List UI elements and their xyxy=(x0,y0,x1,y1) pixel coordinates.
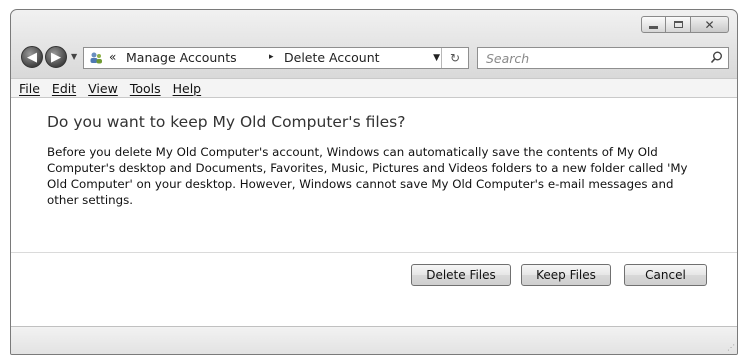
search-icon[interactable] xyxy=(710,51,723,64)
search-box[interactable] xyxy=(477,47,729,69)
maximize-button[interactable] xyxy=(666,16,691,33)
delete-files-button[interactable]: Delete Files xyxy=(411,264,511,286)
search-input[interactable] xyxy=(484,50,698,67)
navigation-bar: ◀ ▶ ▼ « Manage Accounts ▸ Delete Account… xyxy=(11,43,737,73)
minimize-icon xyxy=(649,26,658,29)
keep-files-button[interactable]: Keep Files xyxy=(521,264,611,286)
divider xyxy=(11,252,737,253)
address-chevron[interactable]: « xyxy=(109,50,116,64)
menu-bar: File Edit View Tools Help xyxy=(11,78,737,98)
address-dropdown-icon[interactable]: ▼ xyxy=(433,53,440,63)
close-button[interactable]: ✕ xyxy=(691,16,729,33)
menu-file[interactable]: File xyxy=(19,81,40,96)
explorer-window: ✕ ◀ ▶ ▼ « Manage Accounts ▸ Delete Accou… xyxy=(10,9,738,355)
minimize-button[interactable] xyxy=(641,16,666,33)
refresh-button[interactable]: ↻ xyxy=(441,48,468,68)
menu-tools[interactable]: Tools xyxy=(130,81,161,96)
menu-view[interactable]: View xyxy=(88,81,118,96)
forward-arrow-icon: ▶ xyxy=(51,49,61,65)
close-icon: ✕ xyxy=(704,17,715,32)
breadcrumb-separator-icon[interactable]: ▸ xyxy=(269,52,274,62)
page-title: Do you want to keep My Old Computer's fi… xyxy=(47,113,406,131)
back-arrow-icon: ◀ xyxy=(27,49,37,65)
back-button[interactable]: ◀ xyxy=(21,46,43,68)
menu-help[interactable]: Help xyxy=(173,81,202,96)
breadcrumb-manage-accounts[interactable]: Manage Accounts xyxy=(126,50,237,65)
resize-grip-icon[interactable]: ⋰ xyxy=(727,343,735,352)
refresh-icon: ↻ xyxy=(449,51,461,65)
breadcrumb-delete-account[interactable]: Delete Account xyxy=(284,50,380,65)
caption-buttons: ✕ xyxy=(641,16,729,33)
dialog-content: Do you want to keep My Old Computer's fi… xyxy=(11,98,737,326)
status-bar: ⋰ xyxy=(11,326,737,354)
forward-button[interactable]: ▶ xyxy=(45,46,67,68)
description-text: Before you delete My Old Computer's acco… xyxy=(47,145,688,207)
cancel-button[interactable]: Cancel xyxy=(624,264,707,286)
maximize-icon xyxy=(673,21,683,28)
address-bar[interactable]: « Manage Accounts ▸ Delete Account ▼ ↻ xyxy=(83,47,469,69)
user-accounts-icon xyxy=(90,52,102,64)
recent-pages-dropdown-icon[interactable]: ▼ xyxy=(71,52,77,61)
menu-edit[interactable]: Edit xyxy=(52,81,76,96)
